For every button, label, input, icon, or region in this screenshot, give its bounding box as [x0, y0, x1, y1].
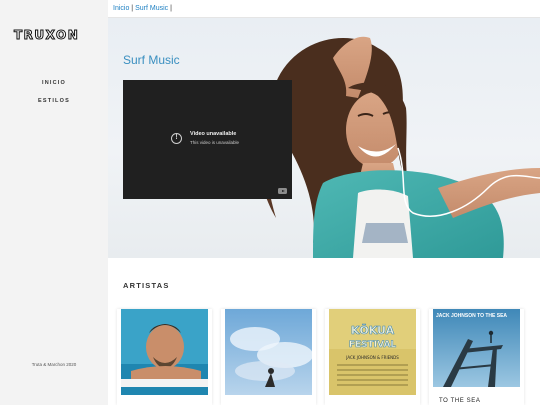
youtube-icon[interactable]	[278, 188, 287, 194]
logo[interactable]: TRUXON	[14, 28, 94, 43]
breadcrumb-separator: |	[131, 5, 134, 12]
album-card[interactable]	[117, 309, 212, 405]
alert-icon: !	[171, 133, 182, 144]
breadcrumb-surf-music[interactable]: Surf Music	[135, 5, 168, 12]
breadcrumb-inicio[interactable]: Inicio	[113, 5, 129, 12]
hero-banner: Surf Music ! Video unavailable This vide…	[108, 18, 540, 258]
album-cover	[225, 309, 312, 395]
video-player[interactable]: ! Video unavailable This video is unavai…	[123, 80, 292, 199]
album-cover: KŌKUA FESTIVAL JACK JOHNSON & FRIENDS	[329, 309, 416, 395]
copyright: Truta & Marchon 2020	[31, 362, 77, 367]
artist-photo	[121, 309, 208, 395]
album-card[interactable]: JACK JOHNSON TO THE SEA TO THE SEA	[429, 309, 524, 405]
sidebar: TRUXON INICIO ESTILOS Truta & Marchon 20…	[0, 0, 108, 405]
nav-item-estilos[interactable]: ESTILOS	[0, 98, 108, 104]
album-title: TO THE SEA	[439, 398, 481, 404]
breadcrumb-separator: |	[170, 5, 172, 12]
album-card[interactable]: KŌKUA FESTIVAL JACK JOHNSON & FRIENDS	[325, 309, 420, 405]
section-title: ARTISTAS	[123, 281, 170, 290]
cover-text: JACK JOHNSON TO THE SEA	[436, 313, 507, 319]
album-cover: JACK JOHNSON TO THE SEA	[433, 309, 520, 387]
album-card[interactable]	[221, 309, 316, 405]
cover-text: JACK JOHNSON & FRIENDS	[345, 355, 399, 360]
breadcrumb: Inicio | Surf Music |	[108, 0, 540, 18]
cover-text: KŌKUA	[351, 324, 395, 337]
video-error-subtitle: This video is unavailable	[190, 140, 240, 145]
cover-text: FESTIVAL	[349, 340, 397, 350]
page-title: Surf Music	[123, 53, 180, 67]
nav-item-inicio[interactable]: INICIO	[0, 80, 108, 86]
video-error-title: Video unavailable	[190, 131, 237, 137]
